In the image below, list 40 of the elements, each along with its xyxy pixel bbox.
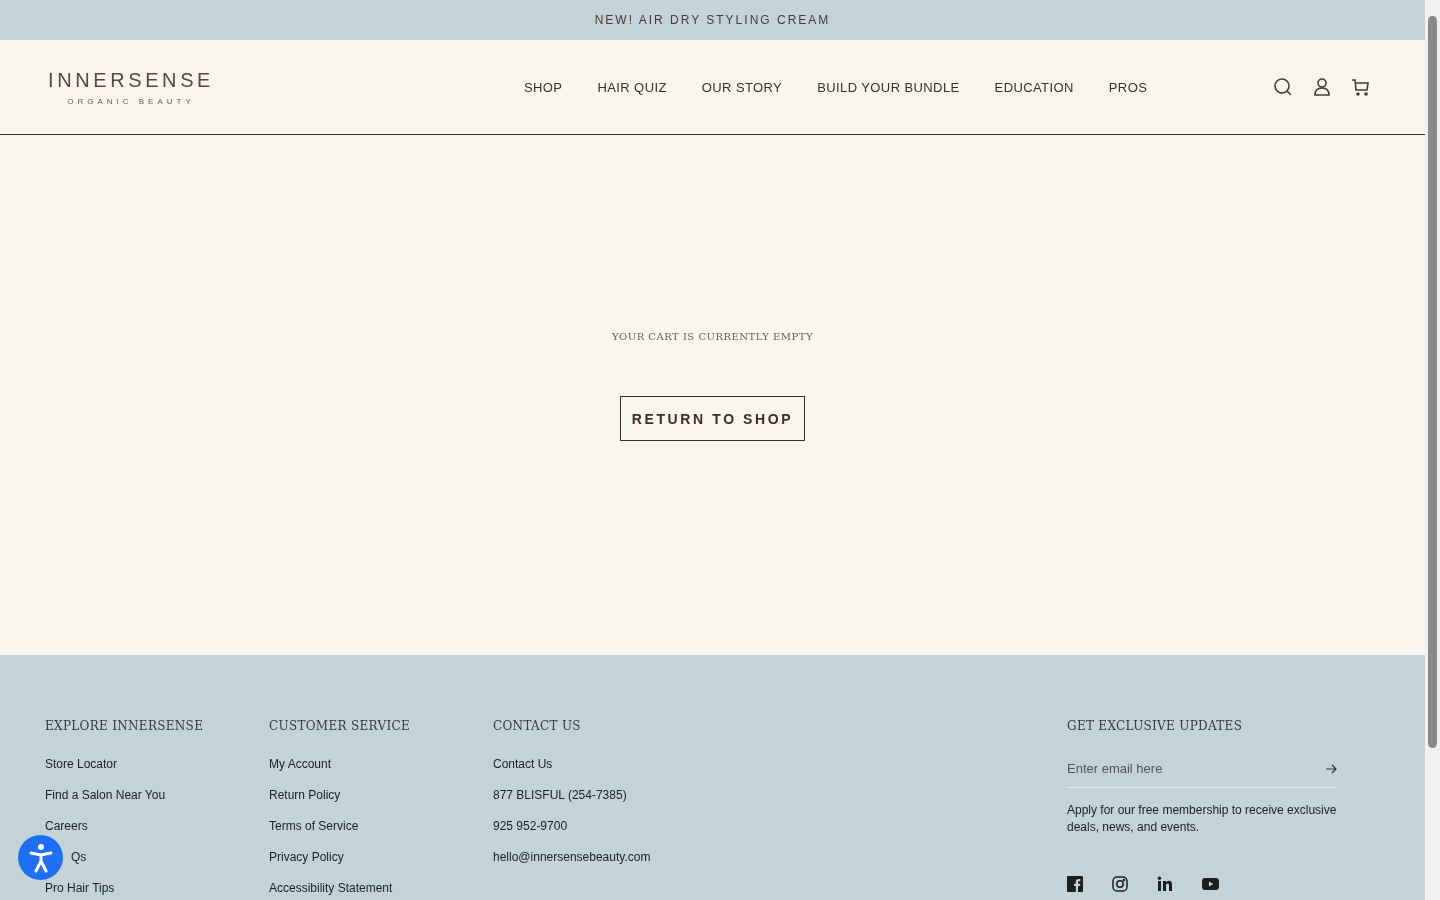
arrow-right-icon[interactable] <box>1325 763 1337 774</box>
footer-heading: CUSTOMER SERVICE <box>269 719 410 733</box>
footer-link[interactable]: Contact Us <box>493 757 553 771</box>
nav-link[interactable]: OUR STORY <box>701 79 783 95</box>
footer-link[interactable]: 925 952-9700 <box>493 819 568 833</box>
footer-link[interactable]: 877 BLISFUL (254-7385) <box>493 788 627 802</box>
footer-link[interactable]: Find a Salon Near You <box>45 788 166 802</box>
footer-link[interactable]: My Account <box>269 757 332 771</box>
nav-link[interactable]: PROS <box>1108 79 1148 95</box>
footer-link[interactable]: Privacy Policy <box>269 850 344 864</box>
nav-link[interactable]: BUILD YOUR BUNDLE <box>817 79 960 95</box>
nav-link[interactable]: HAIR QUIZ <box>597 79 667 95</box>
facebook-icon[interactable] <box>1067 876 1083 892</box>
account-icon[interactable] <box>1313 77 1331 97</box>
footer-link[interactable]: Qs <box>71 850 87 864</box>
accessibility-icon <box>27 842 54 873</box>
nav-link[interactable]: SHOP <box>524 79 563 95</box>
youtube-icon[interactable] <box>1202 878 1219 890</box>
accessibility-button[interactable] <box>18 835 63 880</box>
scrollbar[interactable] <box>1425 0 1440 900</box>
search-icon[interactable] <box>1273 77 1293 97</box>
cart-icon[interactable] <box>1351 77 1371 97</box>
newsletter-note: Apply for our free membership to receive exclusive deals, news, and events. <box>1067 802 1338 836</box>
footer-link[interactable]: Store Locator <box>45 757 118 771</box>
footer-link[interactable]: Accessibility Statement <box>269 881 393 895</box>
nav-link[interactable]: EDUCATION <box>994 79 1074 95</box>
announcement-text[interactable]: NEW! AIR DRY STYLING CREAM <box>594 13 831 27</box>
footer-link[interactable]: Return Policy <box>269 788 341 802</box>
footer-link[interactable]: Pro Hair Tips <box>45 881 115 895</box>
footer-heading: EXPLORE INNERSENSE <box>45 719 204 733</box>
instagram-icon[interactable] <box>1112 876 1128 892</box>
footer-heading: GET EXCLUSIVE UPDATES <box>1067 719 1244 733</box>
return-to-shop-button[interactable]: RETURN TO SHOP <box>620 396 805 441</box>
email-field[interactable]: Enter email here <box>1067 761 1325 776</box>
empty-cart-message: YOUR CART IS CURRENTLY EMPTY <box>611 331 814 342</box>
footer-link[interactable]: Careers <box>45 819 88 833</box>
footer-link[interactable]: hello@innersensebeauty.com <box>493 850 651 864</box>
linkedin-icon[interactable] <box>1157 876 1173 892</box>
footer-heading: CONTACT US <box>493 719 581 733</box>
footer-link[interactable]: Terms of Service <box>269 819 359 833</box>
